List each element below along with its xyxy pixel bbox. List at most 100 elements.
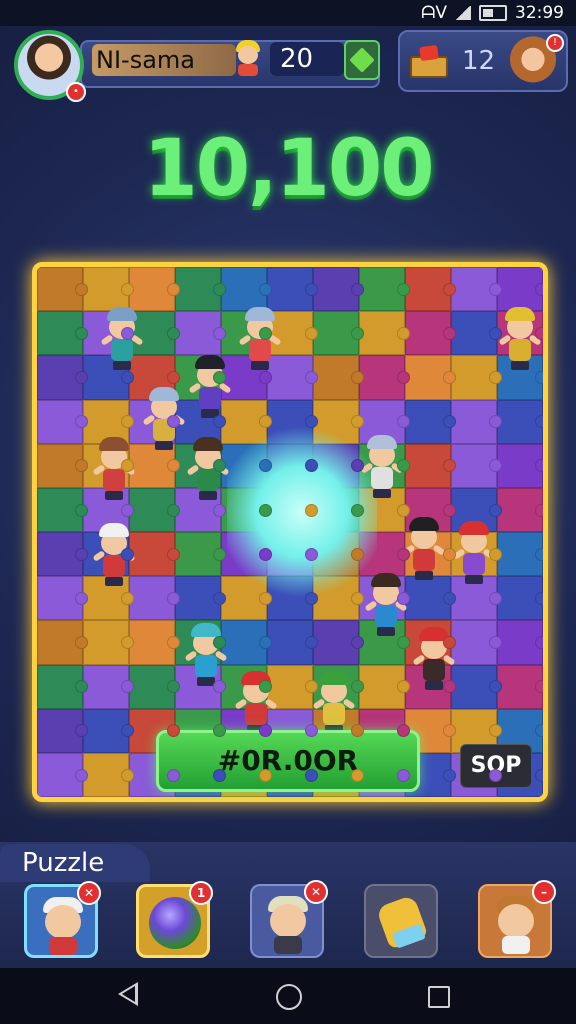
count-badge: 1: [189, 881, 213, 905]
puzzle-piece[interactable]: [405, 311, 456, 356]
puzzle-piece[interactable]: [451, 399, 502, 444]
puzzle-piece[interactable]: [405, 576, 456, 621]
character-figure[interactable]: [363, 573, 409, 637]
puzzle-piece[interactable]: [37, 576, 88, 621]
puzzle-piece[interactable]: [175, 311, 226, 356]
puzzle-piece[interactable]: [313, 355, 364, 400]
puzzle-piece[interactable]: [83, 664, 134, 709]
battery-icon: [479, 5, 507, 21]
puzzle-piece[interactable]: [405, 267, 456, 312]
recent-apps-icon[interactable]: [428, 986, 450, 1008]
character-figure[interactable]: [187, 355, 233, 419]
add-gems-button[interactable]: [344, 40, 380, 80]
puzzle-piece[interactable]: [37, 399, 88, 444]
signal-icon: [455, 6, 471, 20]
puzzle-piece[interactable]: [497, 664, 543, 709]
puzzle-piece[interactable]: [497, 620, 543, 665]
player-card[interactable]: • NI-sama 20: [14, 30, 382, 102]
puzzle-piece[interactable]: [37, 311, 88, 356]
puzzle-piece[interactable]: [497, 443, 543, 488]
puzzle-piece[interactable]: [313, 267, 364, 312]
minus-badge[interactable]: –: [532, 880, 556, 904]
puzzle-piece[interactable]: [37, 620, 88, 665]
player-name: NI-sama: [92, 44, 236, 76]
notification-badge: •: [66, 82, 86, 102]
tray-item-boy-spiky[interactable]: –: [478, 880, 556, 958]
face-icon: [498, 904, 534, 938]
home-icon[interactable]: [276, 984, 302, 1010]
back-icon[interactable]: [118, 982, 138, 1006]
puzzle-piece[interactable]: [451, 620, 502, 665]
worker-icon: [232, 38, 264, 78]
close-badge[interactable]: ✕: [77, 881, 101, 905]
puzzle-piece[interactable]: [267, 267, 318, 312]
network-label: ᗩV: [421, 3, 447, 23]
puzzle-piece[interactable]: [129, 664, 180, 709]
status-time: 32:99: [515, 3, 564, 23]
character-figure[interactable]: [233, 671, 279, 735]
puzzle-piece[interactable]: [451, 355, 502, 400]
orb-icon: [149, 897, 201, 949]
coin-count: 20: [270, 42, 344, 76]
puzzle-piece[interactable]: [37, 267, 88, 312]
puzzle-piece[interactable]: [405, 355, 456, 400]
puzzle-piece[interactable]: [129, 267, 180, 312]
puzzle-piece[interactable]: [405, 399, 456, 444]
puzzle-piece[interactable]: [37, 708, 88, 753]
puzzle-piece[interactable]: [83, 708, 134, 753]
puzzle-piece[interactable]: [37, 752, 88, 797]
puzzle-piece[interactable]: [267, 620, 318, 665]
character-figure[interactable]: [99, 307, 145, 371]
puzzle-piece[interactable]: [129, 620, 180, 665]
puzzle-piece[interactable]: [37, 443, 88, 488]
character-figure[interactable]: [237, 307, 283, 371]
puzzle-piece[interactable]: [37, 532, 88, 577]
character-figure[interactable]: [497, 307, 543, 371]
puzzle-piece[interactable]: [451, 267, 502, 312]
puzzle-piece[interactable]: [497, 267, 543, 312]
primary-action-button[interactable]: #0R.0OR: [156, 730, 420, 792]
shop-count: 12: [462, 46, 496, 76]
puzzle-piece[interactable]: [497, 576, 543, 621]
puzzle-piece[interactable]: [175, 576, 226, 621]
shop-card[interactable]: 12 !: [398, 30, 568, 92]
puzzle-piece[interactable]: [359, 664, 410, 709]
character-figure[interactable]: [141, 387, 187, 451]
puzzle-piece[interactable]: [83, 267, 134, 312]
character-figure[interactable]: [311, 671, 357, 735]
puzzle-piece[interactable]: [37, 487, 88, 532]
puzzle-piece[interactable]: [313, 620, 364, 665]
puzzle-piece[interactable]: [451, 443, 502, 488]
puzzle-piece[interactable]: [359, 267, 410, 312]
puzzle-piece[interactable]: [175, 267, 226, 312]
puzzle-piece[interactable]: [37, 664, 88, 709]
puzzle-piece[interactable]: [451, 311, 502, 356]
puzzle-piece[interactable]: [405, 443, 456, 488]
puzzle-piece[interactable]: [175, 532, 226, 577]
puzzle-piece[interactable]: [497, 532, 543, 577]
tray-item-glove[interactable]: [364, 884, 438, 958]
score-display: 10,100: [143, 124, 435, 214]
puzzle-piece[interactable]: [37, 355, 88, 400]
tray-item-boy-cap[interactable]: ✕: [24, 881, 101, 958]
puzzle-piece[interactable]: [83, 752, 134, 797]
chest-icon[interactable]: [408, 40, 450, 82]
tray-item-orb[interactable]: 1: [136, 881, 213, 958]
puzzle-piece[interactable]: [221, 267, 272, 312]
friend-badge: !: [546, 34, 564, 52]
puzzle-board[interactable]: [32, 262, 548, 802]
close-badge[interactable]: ✕: [304, 880, 328, 904]
puzzle-piece[interactable]: [497, 399, 543, 444]
top-bar: • NI-sama 20 12 !: [0, 28, 576, 102]
character-figure[interactable]: [183, 623, 229, 687]
puzzle-piece[interactable]: [313, 311, 364, 356]
face-icon: [45, 905, 81, 939]
tray-item-boy-hat[interactable]: ✕: [250, 880, 328, 958]
puzzle-piece[interactable]: [359, 311, 410, 356]
shirt-icon: [502, 936, 530, 954]
puzzle-piece[interactable]: [451, 664, 502, 709]
puzzle-piece[interactable]: [497, 487, 543, 532]
shirt-icon: [49, 937, 77, 955]
puzzle-piece[interactable]: [83, 620, 134, 665]
puzzle-piece[interactable]: [359, 355, 410, 400]
